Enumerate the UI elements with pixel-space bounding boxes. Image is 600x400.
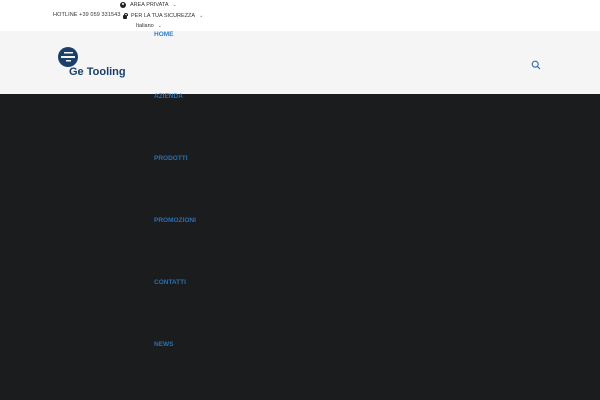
search-icon[interactable] <box>531 60 541 70</box>
ge-tooling-logo-icon <box>58 47 78 67</box>
nav-item-contatti[interactable]: CONTATTI <box>154 279 186 286</box>
user-icon <box>120 2 126 8</box>
nav-item-news[interactable]: NEWS <box>154 341 174 348</box>
lock-icon <box>123 12 128 19</box>
chevron-down-icon: ⌄ <box>172 2 177 8</box>
italy-flag-icon <box>124 24 132 29</box>
top-bar: HOTLINE +39 059 331543 AREA PRIVATA ⌄ PE… <box>0 0 600 31</box>
area-privata-link[interactable]: AREA PRIVATA ⌄ <box>120 2 177 8</box>
language-label: Italiano <box>136 23 154 29</box>
nav-item-promozioni[interactable]: PROMOZIONI <box>154 217 196 224</box>
nav-item-home[interactable]: HOME <box>154 31 174 38</box>
sicurezza-link[interactable]: PER LA TUA SICUREZZA ⌄ <box>123 12 204 19</box>
nav-item-azienda[interactable]: AZIENDA <box>154 93 183 100</box>
logo-text: Ge Tooling <box>69 66 126 78</box>
area-privata-label: AREA PRIVATA <box>130 2 169 8</box>
hotline-text: HOTLINE +39 059 331543 <box>53 12 121 18</box>
chevron-down-icon: ⌄ <box>199 13 204 19</box>
language-selector[interactable]: Italiano ⌄ <box>124 23 162 29</box>
chevron-down-icon: ⌄ <box>157 23 162 29</box>
site-header: Ge Tooling <box>0 31 600 94</box>
nav-item-prodotti[interactable]: PRODOTTI <box>154 155 188 162</box>
sicurezza-label: PER LA TUA SICUREZZA <box>131 13 196 19</box>
logo[interactable]: Ge Tooling <box>57 46 126 78</box>
